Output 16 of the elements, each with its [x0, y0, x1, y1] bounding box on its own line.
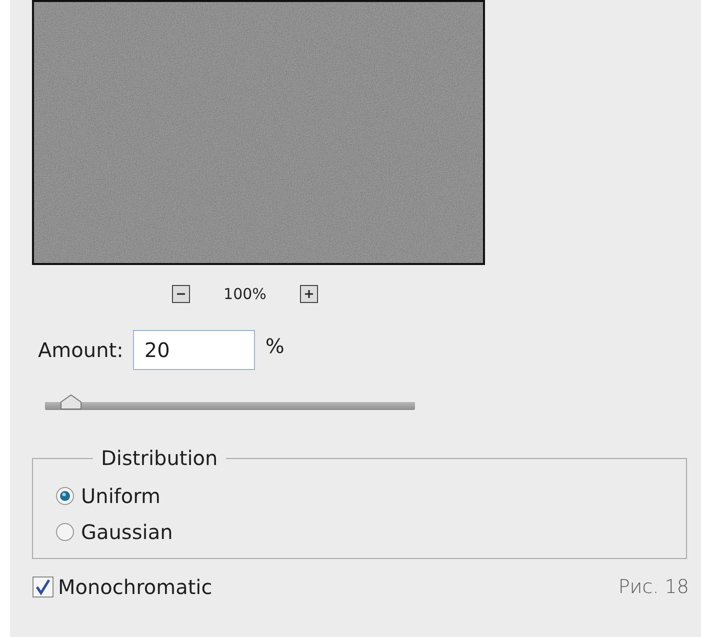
radio-option[interactable]: Uniform [55, 484, 161, 508]
distribution-title: Distribution [100, 446, 219, 470]
radio-icon [55, 522, 75, 542]
zoom-in-button[interactable] [300, 285, 318, 303]
unit-label: % [265, 334, 284, 358]
figure-caption: Рис. 18 [618, 576, 689, 598]
slider-thumb[interactable] [60, 394, 82, 410]
amount-label: Amount: [38, 338, 124, 362]
monochromatic-checkbox[interactable]: Monochromatic [32, 575, 212, 599]
zoom-out-button[interactable] [172, 285, 190, 303]
radio-option[interactable]: Gaussian [55, 520, 173, 544]
checkbox-icon [32, 576, 54, 598]
zoom-level: 100% [222, 285, 268, 303]
amount-field[interactable]: 20 [133, 330, 256, 370]
radio-icon [55, 486, 75, 506]
plus-icon [304, 289, 314, 299]
